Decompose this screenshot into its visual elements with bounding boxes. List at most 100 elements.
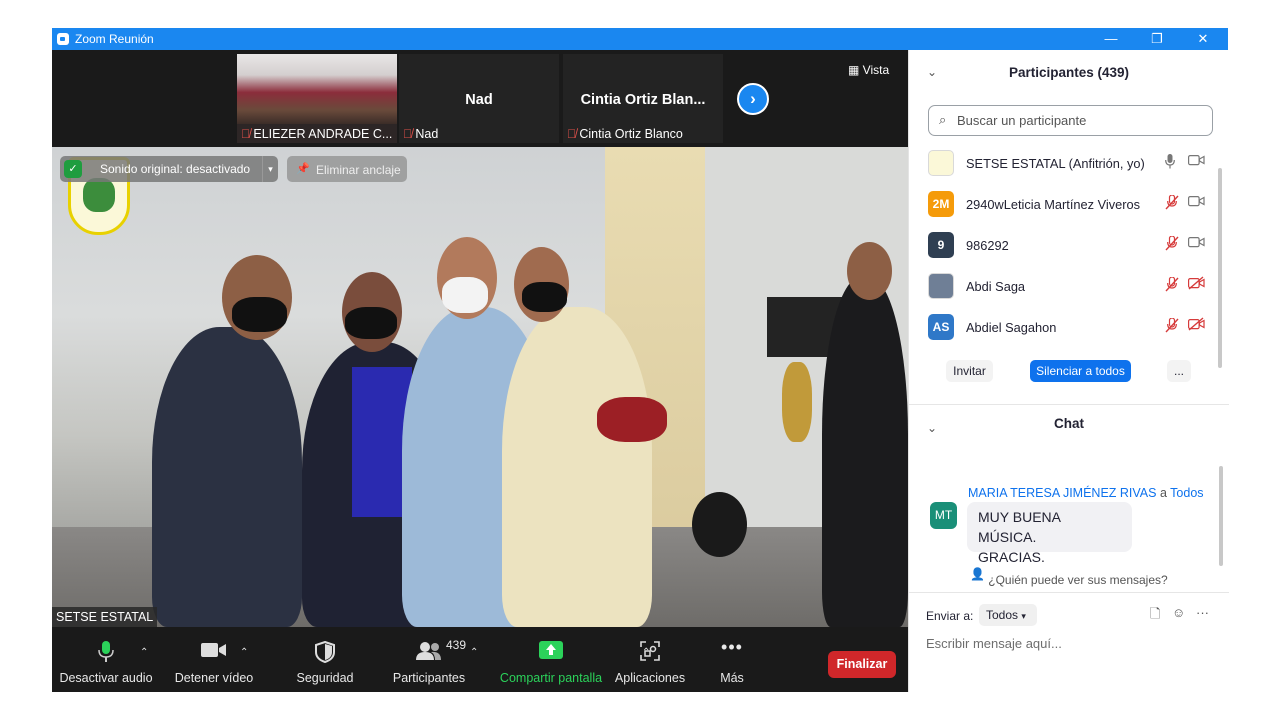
person [502, 307, 652, 627]
more-options-button[interactable]: ... [1167, 360, 1191, 382]
meeting-toolbar: ⌃ Desactivar audio ⌃ Detener vídeo Segur… [52, 627, 908, 692]
security-button[interactable]: Seguridad [285, 627, 365, 692]
chevron-down-icon[interactable]: ⌄ [927, 65, 937, 79]
next-page-icon[interactable]: › [737, 83, 769, 115]
stop-video-label: Detener vídeo [174, 671, 254, 685]
unpin-button[interactable]: 📌 Eliminar anclaje [287, 156, 407, 182]
search-placeholder: Buscar un participante [957, 113, 1087, 128]
mute-audio-button[interactable]: ⌃ Desactivar audio [56, 627, 156, 692]
tile-big-name: Cintia Ortiz Blan... [580, 92, 706, 108]
more-label: Más [720, 671, 744, 685]
shield-icon [285, 640, 365, 664]
participant-name: SETSE ESTATAL (Anfitrión, yo) [966, 156, 1145, 171]
avatar: 9 [928, 232, 954, 258]
chat-sender[interactable]: MARIA TERESA JIMÉNEZ RIVAS [968, 486, 1156, 500]
scrollbar[interactable] [1219, 466, 1223, 566]
tile-name: 🎙̸ ELIEZER ANDRADE C... [241, 127, 393, 141]
view-button[interactable]: ▦ Vista [848, 63, 889, 77]
more-button[interactable]: ••• Más [702, 627, 762, 692]
participants-header: ⌄ Participantes (439) [909, 58, 1229, 88]
stop-video-button[interactable]: ⌃ Detener vídeo [164, 627, 264, 692]
who-sees-label: ¿Quién puede ver sus mensajes? [988, 573, 1168, 587]
face-mask [232, 297, 287, 332]
send-to-value: Todos [986, 608, 1019, 622]
participant-name: 2940wLeticia Martínez Viveros [966, 197, 1141, 212]
end-meeting-button[interactable]: Finalizar [828, 651, 896, 678]
emoji-icon[interactable]: ☺ [1172, 605, 1185, 620]
microphone [692, 492, 747, 557]
saxophone [782, 362, 812, 442]
video-tile[interactable]: Nad 🎙̸ Nad [399, 54, 559, 143]
avatar: 2M [928, 191, 954, 217]
zoom-window: Zoom Reunión — ❐ ✕ 🎙̸ ELIEZER ANDRADE C..… [52, 28, 1229, 692]
chat-to-word: a [1159, 486, 1167, 500]
share-screen-label: Compartir pantalla [499, 671, 603, 685]
video-tile[interactable]: Cintia Ortiz Blan... 🎙̸ Cintia Ortiz Blan… [563, 54, 723, 143]
grid-icon: ▦ [848, 63, 863, 77]
person [152, 327, 302, 627]
mute-all-button[interactable]: Silenciar a todos [1030, 360, 1131, 382]
apps-button[interactable]: Aplicaciones [610, 627, 690, 692]
participants-label: Participantes [392, 671, 466, 685]
mic-muted-icon: 🎙̸ [567, 127, 577, 141]
mic-muted-icon[interactable] [1165, 194, 1179, 213]
participants-title: Participantes (439) [1008, 65, 1130, 80]
video-camera-icon[interactable] [1188, 194, 1205, 208]
who-sees-link[interactable]: 👤 ¿Quién puede ver sus mensajes? [909, 567, 1229, 593]
person-icon: 👤 [970, 567, 986, 581]
video-camera-icon[interactable] [1188, 235, 1205, 249]
participant-name: Abdiel Sagahon [966, 320, 1057, 335]
close-button[interactable]: ✕ [1188, 30, 1218, 48]
more-dots-icon: ••• [721, 637, 743, 657]
musician [822, 277, 908, 627]
send-to-select[interactable]: Todos ▾ [979, 604, 1037, 626]
main-video: ✓ Sonido original: desactivado ▾ 📌 Elimi… [52, 147, 908, 627]
chat-header: ⌄ Chat [909, 404, 1229, 440]
title-bar: Zoom Reunión — ❐ ✕ [52, 28, 1228, 50]
zoom-logo-icon [57, 33, 69, 45]
more-dots-icon[interactable]: ··· [1196, 605, 1209, 620]
participants-button[interactable]: 439 ⌃ Participantes [384, 627, 479, 692]
face-mask [345, 307, 397, 339]
chat-message-header: MARIA TERESA JIMÉNEZ RIVAS a Todos [968, 486, 1204, 500]
mic-muted-icon: 🎙̸ [241, 127, 251, 141]
poinsettia-plant [597, 397, 667, 442]
chevron-down-icon: ▾ [1021, 611, 1026, 621]
restore-button[interactable]: ❐ [1142, 30, 1172, 48]
security-label: Seguridad [296, 671, 354, 685]
participant-row[interactable]: Abdi Saga [909, 266, 1221, 307]
participant-row[interactable]: 9 986292 [909, 225, 1221, 266]
original-sound-label: Sonido original: desactivado [100, 162, 251, 176]
chat-message-line: GRACIAS. [978, 549, 1045, 565]
tile-big-name: Nad [465, 92, 493, 108]
chevron-up-icon[interactable]: ⌃ [140, 647, 148, 658]
chevron-down-icon[interactable]: ▾ [262, 156, 278, 182]
chevron-up-icon[interactable]: ⌃ [470, 647, 478, 658]
chevron-down-icon[interactable]: ⌄ [927, 421, 937, 435]
video-off-icon[interactable] [1188, 276, 1205, 290]
chat-message-input[interactable]: Escribir mensaje aquí... [926, 636, 1062, 651]
file-icon[interactable]: 🗋 [1150, 605, 1160, 627]
participant-row[interactable]: 2M 2940wLeticia Martínez Viveros [909, 184, 1221, 225]
video-tile[interactable]: 🎙̸ ELIEZER ANDRADE C... [237, 54, 397, 143]
shield-icon: ✓ [64, 160, 82, 178]
chevron-up-icon[interactable]: ⌃ [240, 647, 248, 658]
share-screen-button[interactable]: ⌃ Compartir pantalla [496, 627, 650, 692]
video-area: 🎙̸ ELIEZER ANDRADE C... Nad 🎙̸ Nad Cintia … [52, 50, 908, 692]
mic-muted-icon[interactable] [1165, 276, 1179, 295]
scrollbar[interactable] [1218, 168, 1222, 368]
mic-muted-icon[interactable] [1165, 235, 1179, 254]
invite-button[interactable]: Invitar [946, 360, 993, 382]
participant-search-input[interactable]: ⌕ Buscar un participante [928, 105, 1213, 136]
video-camera-icon[interactable] [1188, 153, 1205, 167]
video-off-icon[interactable] [1188, 317, 1205, 331]
microphone-icon[interactable] [1165, 154, 1175, 172]
mic-muted-icon[interactable] [1165, 317, 1179, 336]
minimize-button[interactable]: — [1096, 30, 1126, 48]
participant-row[interactable]: AS Abdiel Sagahon [909, 307, 1221, 348]
mic-muted-icon: 🎙̸ [403, 127, 413, 141]
original-sound-button[interactable]: ✓ Sonido original: desactivado ▾ [60, 156, 278, 182]
search-icon: ⌕ [939, 112, 947, 127]
mute-audio-label: Desactivar audio [59, 671, 153, 685]
participant-row[interactable]: SETSE ESTATAL (Anfitrión, yo) [909, 143, 1221, 184]
